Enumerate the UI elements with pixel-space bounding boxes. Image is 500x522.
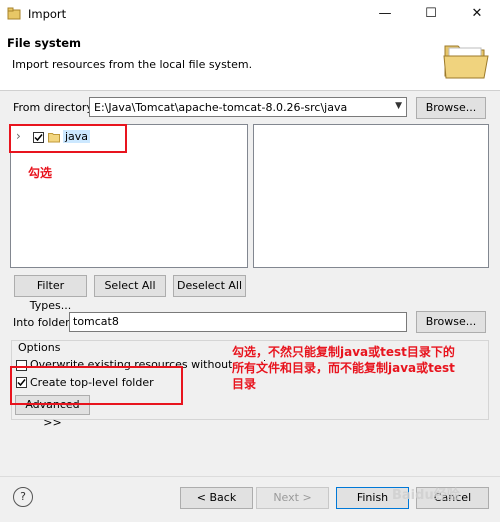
import-app-icon	[7, 7, 21, 20]
file-list-panel[interactable]	[253, 124, 489, 268]
next-button[interactable]: Next >	[256, 487, 329, 509]
wizard-banner: File system Import resources from the lo…	[0, 28, 500, 91]
minimize-button[interactable]: —	[362, 0, 408, 28]
from-directory-browse-button[interactable]: Browse...	[416, 97, 486, 119]
chevron-down-icon[interactable]: ▼	[395, 101, 402, 111]
into-folder-field[interactable]	[69, 312, 407, 332]
window-title: Import	[28, 7, 67, 21]
maximize-button[interactable]: ☐	[408, 0, 454, 28]
annotation-note-2-line-3: 目录	[232, 377, 257, 392]
footer-separator	[0, 476, 500, 477]
into-folder-label: Into folder:	[13, 316, 74, 329]
from-directory-label: From directory:	[13, 101, 96, 114]
from-directory-value: E:\Java\Tomcat\apache-tomcat-8.0.26-src\…	[94, 101, 348, 114]
page-heading: File system	[7, 36, 82, 50]
title-bar: Import — ☐ ✕	[0, 0, 500, 28]
baidu-watermark: Baidu经验	[392, 488, 460, 503]
annotation-note-1: 勾选	[28, 166, 53, 180]
into-folder-input[interactable]	[73, 315, 393, 328]
from-directory-combo[interactable]: E:\Java\Tomcat\apache-tomcat-8.0.26-src\…	[89, 97, 407, 117]
page-description: Import resources from the local file sys…	[12, 58, 253, 71]
select-all-button[interactable]: Select All	[94, 275, 166, 297]
options-group-label: Options	[16, 341, 63, 354]
open-folder-icon	[443, 45, 489, 79]
help-icon[interactable]: ?	[13, 487, 33, 507]
filter-types-button[interactable]: Filter Types...	[14, 275, 87, 312]
into-folder-browse-button[interactable]: Browse...	[416, 311, 486, 333]
annotation-box-top-level	[10, 366, 183, 405]
back-button[interactable]: < Back	[180, 487, 253, 509]
annotation-box-java	[9, 124, 127, 153]
annotation-note-2-line-2: 所有文件和目录，而不能复制java或test	[232, 361, 455, 376]
close-button[interactable]: ✕	[454, 0, 500, 28]
deselect-all-button[interactable]: Deselect All	[173, 275, 246, 297]
annotation-note-2-line-1: 勾选，不然只能复制java或test目录下的	[232, 345, 455, 360]
